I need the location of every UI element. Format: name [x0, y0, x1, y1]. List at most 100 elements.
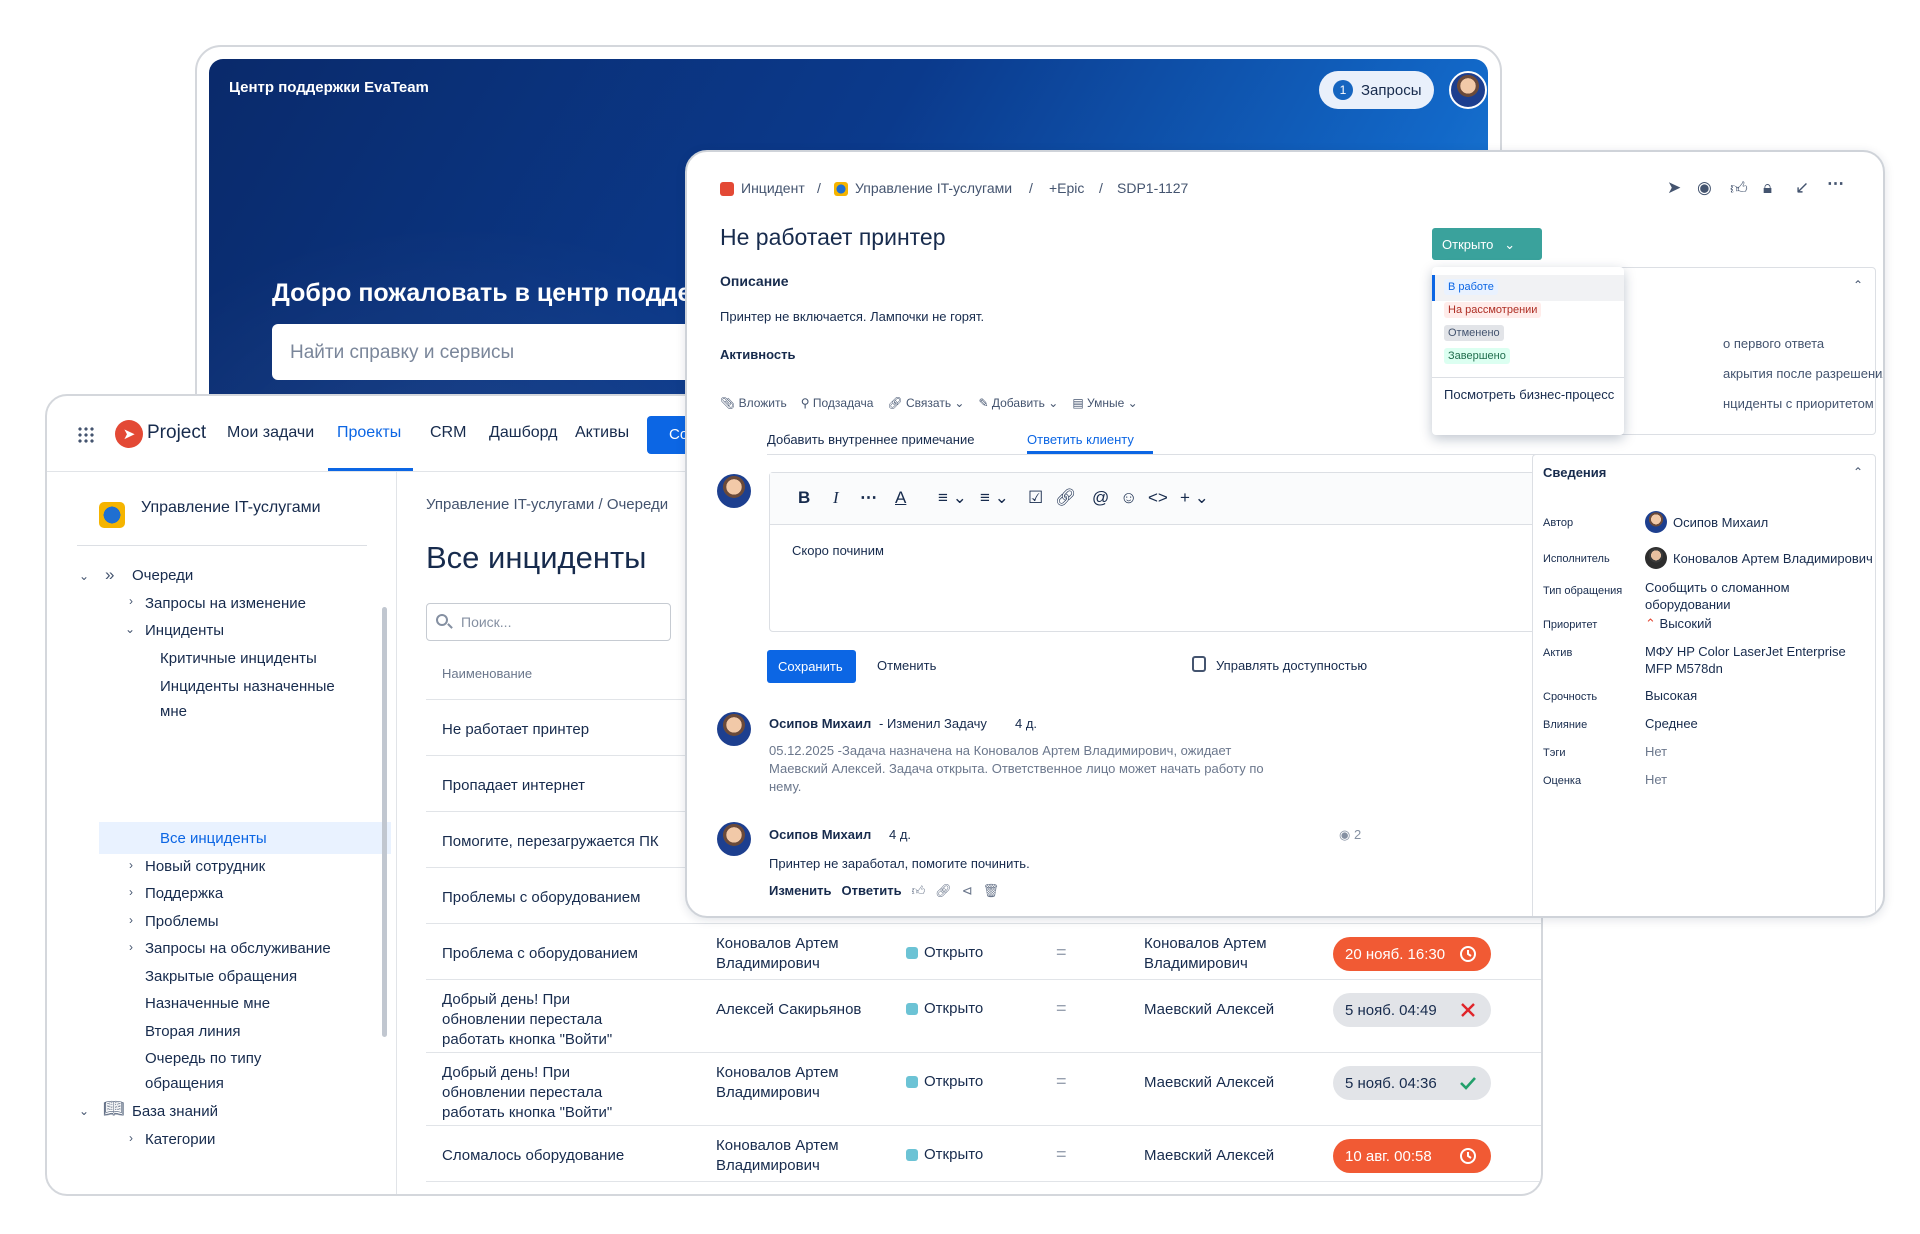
link-icon[interactable]: 🔗︎ — [1055, 488, 1077, 508]
chevron-right-icon[interactable]: › — [129, 940, 133, 954]
chevron-down-icon[interactable]: ⌄ — [79, 569, 89, 583]
detail-author-value[interactable]: Осипов Михаил — [1645, 511, 1865, 533]
sidebar-item-second-line[interactable]: Вторая линия — [145, 1019, 240, 1044]
sidebar-item-categories[interactable]: Категории — [145, 1127, 215, 1152]
queue-search-input[interactable]: Поиск... — [426, 603, 671, 641]
subtask-button[interactable]: ⚲ Подзадача — [801, 396, 874, 410]
text-color-icon[interactable]: A — [895, 488, 906, 508]
italic-icon[interactable]: I — [833, 488, 839, 508]
sla-timer-badge[interactable]: 5 нояб. 04:36 — [1333, 1066, 1491, 1100]
detail-tags-value[interactable]: Нет — [1645, 743, 1865, 760]
sidebar-item-closed[interactable]: Закрытые обращения — [145, 964, 297, 989]
checkbox-icon[interactable]: ☑ — [1028, 488, 1043, 508]
status-transition-button[interactable]: Открыто ⌄ — [1432, 228, 1542, 260]
status-option-in-progress[interactable]: В работе — [1444, 279, 1498, 295]
chevron-right-icon[interactable]: › — [129, 594, 133, 608]
sidebar-item-new-employee[interactable]: Новый сотрудник — [145, 854, 265, 879]
chevron-right-icon[interactable]: › — [129, 1131, 133, 1145]
watch-eye-icon[interactable]: ◉ — [1697, 178, 1712, 198]
product-name[interactable]: Project — [147, 422, 206, 444]
breadcrumb-epic[interactable]: +Epic — [1049, 180, 1084, 196]
chevron-right-icon[interactable]: › — [129, 858, 133, 872]
like-icon[interactable]: 👍︎ — [912, 883, 926, 899]
emoji-icon[interactable]: ☺ — [1120, 488, 1137, 508]
mention-icon[interactable]: @ — [1092, 488, 1109, 508]
status-badge[interactable]: Открыто — [906, 1000, 983, 1017]
more-options-icon[interactable]: ⋯ — [1827, 174, 1844, 194]
collapse-icon[interactable]: ↙ — [1795, 178, 1809, 198]
smart-button[interactable]: ▤ Умные ⌄ — [1072, 396, 1137, 410]
detail-urgency-value[interactable]: Высокая — [1645, 687, 1865, 704]
comment-author[interactable]: Осипов Михаил — [769, 716, 871, 731]
save-button[interactable]: Сохранить — [767, 650, 856, 683]
detail-assignee-value[interactable]: Коновалов Артем Владимирович — [1645, 547, 1873, 569]
comment-edit-button[interactable]: Изменить — [769, 883, 832, 899]
table-row-name[interactable]: Проблемы с оборудованием — [442, 888, 640, 908]
table-row-name[interactable]: Не работает принтер — [442, 720, 589, 740]
breadcrumb-issue-type[interactable]: Инцидент — [741, 180, 805, 196]
table-row-name[interactable]: Сломалось оборудование — [442, 1146, 624, 1166]
status-option-done[interactable]: Завершено — [1444, 348, 1510, 364]
issue-title[interactable]: Не работает принтер — [720, 224, 946, 251]
code-icon[interactable]: <> — [1148, 488, 1168, 508]
chevron-down-icon[interactable]: ⌄ — [125, 622, 135, 636]
sidebar-item-critical-incidents[interactable]: Критичные инциденты — [160, 646, 317, 671]
requests-button[interactable]: 1 Запросы — [1319, 71, 1434, 109]
table-row-name[interactable]: Проблема с оборудованием — [442, 944, 638, 964]
sidebar-item-change-requests[interactable]: Запросы на изменение — [145, 591, 306, 616]
table-row-name[interactable]: Пропадает интернет — [442, 776, 585, 796]
bold-icon[interactable]: B — [798, 488, 810, 508]
comment-reply-button[interactable]: Ответить — [842, 883, 902, 899]
details-heading[interactable]: Сведения — [1543, 465, 1606, 480]
tab-internal-note[interactable]: Добавить внутреннее примечание — [767, 432, 974, 447]
editor-content[interactable]: Скоро починим — [792, 543, 884, 558]
sidebar-item-problems[interactable]: Проблемы — [145, 909, 219, 934]
tab-reply-customer[interactable]: Ответить клиенту — [1027, 432, 1134, 447]
detail-impact-value[interactable]: Среднее — [1645, 715, 1865, 732]
lock-icon[interactable]: 🔒︎ — [1763, 178, 1772, 198]
table-row-name[interactable]: Добрый день! При обновлении перестала ра… — [442, 990, 652, 1050]
link-button[interactable]: 🔗︎ Связать ⌄ — [887, 396, 964, 410]
chevron-right-icon[interactable]: › — [129, 913, 133, 927]
detail-priority-value[interactable]: ⌃ Высокий — [1645, 615, 1865, 632]
detail-request-type-value[interactable]: Сообщить о сломанном оборудовании — [1645, 579, 1815, 613]
copy-link-icon[interactable]: 🔗︎ — [935, 883, 952, 899]
rocket-logo-icon[interactable]: ➤ — [115, 420, 143, 448]
nav-dashboard[interactable]: Дашборд — [489, 424, 558, 442]
sidebar-item-queues[interactable]: Очереди — [132, 563, 193, 588]
nav-projects[interactable]: Проекты — [337, 424, 401, 442]
chevron-down-icon[interactable]: ⌄ — [79, 1104, 89, 1118]
sidebar-item-service-requests[interactable]: Запросы на обслуживание — [145, 936, 331, 961]
sla-timer-badge[interactable]: 20 нояб. 16:30 — [1333, 937, 1491, 971]
share-icon[interactable]: ⊲ — [962, 883, 973, 899]
thumbs-up-icon[interactable]: 👍︎ — [1730, 178, 1748, 199]
comment-author[interactable]: Осипов Михаил — [769, 827, 871, 842]
cancel-button[interactable]: Отменить — [877, 658, 936, 673]
breadcrumb-project[interactable]: Управление IT-услугами — [855, 180, 1012, 196]
collapse-chevron-icon[interactable]: ⌃ — [1853, 465, 1863, 479]
column-header-name[interactable]: Наименование — [442, 666, 532, 681]
pin-icon[interactable]: ➤ — [1667, 178, 1681, 198]
nav-assets[interactable]: Активы — [575, 424, 629, 442]
sidebar-item-incidents[interactable]: Инциденты — [145, 618, 224, 643]
status-badge[interactable]: Открыто — [906, 944, 983, 961]
add-button[interactable]: ✎ Добавить ⌄ — [978, 396, 1058, 410]
attach-button[interactable]: 📎︎ Вложить — [720, 396, 787, 410]
numbered-list-icon[interactable]: ≡ ⌄ — [980, 488, 1009, 508]
delete-icon[interactable]: 🗑︎ — [983, 883, 1000, 899]
breadcrumb[interactable]: Управление IT-услугами / Очереди — [426, 496, 668, 513]
nav-crm[interactable]: CRM — [430, 424, 466, 442]
table-row-name[interactable]: Помогите, перезагружается ПК — [442, 832, 659, 852]
collapse-chevron-icon[interactable]: ⌃ — [1853, 278, 1863, 292]
breadcrumb-issue-key[interactable]: SDP1-1127 — [1117, 180, 1188, 196]
nav-my-tasks[interactable]: Мои задачи — [227, 424, 314, 442]
detail-asset-value[interactable]: МФУ HP Color LaserJet Enterprise MFP M57… — [1645, 643, 1865, 677]
project-title[interactable]: Управление IT-услугами — [141, 498, 341, 517]
detail-rating-value[interactable]: Нет — [1645, 771, 1865, 788]
sidebar-item-support[interactable]: Поддержка — [145, 881, 223, 906]
sla-timer-badge[interactable]: 10 авг. 00:58 — [1333, 1139, 1491, 1173]
status-badge[interactable]: Открыто — [906, 1146, 983, 1163]
insert-plus-icon[interactable]: + ⌄ — [1180, 488, 1209, 508]
view-workflow-link[interactable]: Посмотреть бизнес-процесс — [1444, 387, 1614, 402]
status-option-cancelled[interactable]: Отменено — [1444, 325, 1504, 341]
